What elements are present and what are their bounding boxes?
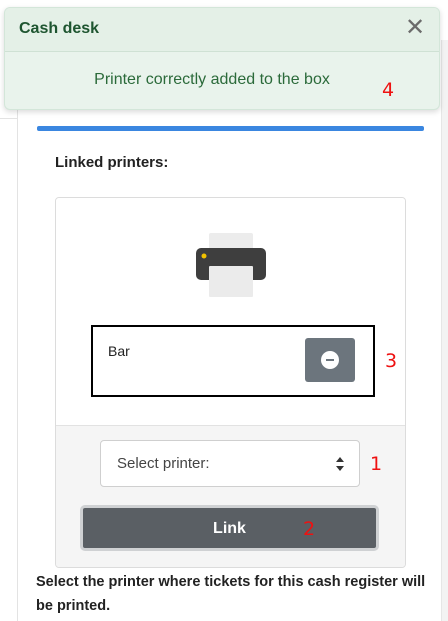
accent-bar [37,126,424,131]
toast-body: Printer correctly added to the box [5,71,439,89]
select-arrows-icon [336,457,344,471]
close-icon[interactable]: ✕ [403,14,427,42]
toast-message: Printer correctly added to the box [94,71,330,88]
scrollbar-track[interactable] [441,40,448,621]
printer-icon [196,233,266,297]
remove-printer-button[interactable] [305,338,355,382]
printer-select[interactable]: Select printer: [100,440,360,487]
printer-name: Bar [108,343,130,359]
annotation-2: 2 [303,518,316,540]
panel-top-border [0,118,17,119]
toast-header: Cash desk ✕ [5,8,439,52]
annotation-4: 4 [382,79,395,101]
card-body: Bar [56,198,405,425]
annotation-3: 3 [385,350,398,372]
printer-select-value: Select printer: [117,455,210,472]
help-text: Select the printer where tickets for thi… [36,574,426,614]
panel-left-border [17,108,18,621]
linked-printer-row: Bar [91,325,375,397]
toast-title: Cash desk [19,20,100,37]
link-button[interactable]: Link [80,505,379,551]
minus-circle-icon [321,351,339,369]
link-button-label: Link [213,520,246,537]
annotation-1: 1 [370,453,383,475]
linked-printers-label: Linked printers: [55,154,169,171]
success-toast: Cash desk ✕ Printer correctly added to t… [4,7,440,110]
